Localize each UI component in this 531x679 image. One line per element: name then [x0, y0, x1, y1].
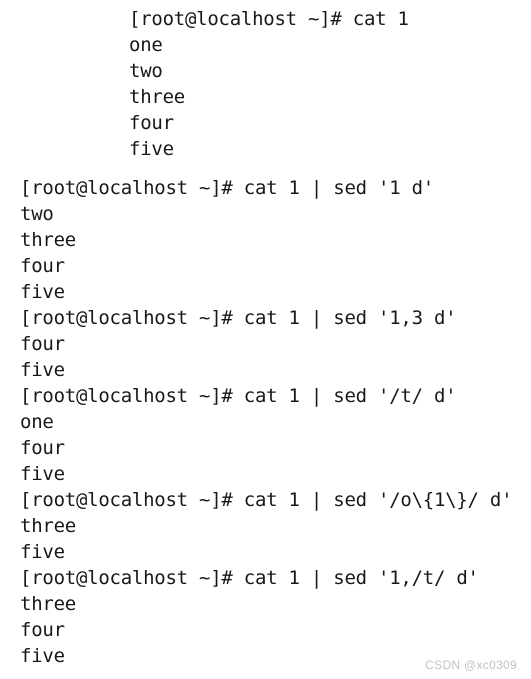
- output-line: five: [129, 138, 174, 160]
- csdn-watermark: CSDN @xc0309: [425, 658, 517, 672]
- output-line: three: [20, 593, 76, 615]
- output-line: one: [20, 411, 54, 433]
- terminal-block: [root@localhost ~]# cat 1 | sed '1,3 d' f…: [0, 305, 531, 383]
- command-line[interactable]: [root@localhost ~]# cat 1 | sed '1,/t/ d…: [0, 565, 531, 591]
- output-line: four: [20, 619, 65, 641]
- output-line: five: [20, 281, 65, 303]
- terminal-session-log: [root@localhost ~]# cat 1 one two three four…: [0, 6, 531, 669]
- output-line: two: [129, 60, 163, 82]
- output-line: four: [20, 437, 65, 459]
- terminal-block: [root@localhost ~]# cat 1 | sed '/o\{1\}…: [0, 487, 531, 565]
- terminal-block: [root@localhost ~]# cat 1 | sed '1 d' two…: [0, 175, 531, 305]
- output-line: four: [20, 255, 65, 277]
- terminal-block: [root@localhost ~]# cat 1 | sed '1,/t/ d…: [0, 565, 531, 669]
- terminal-block: [root@localhost ~]# cat 1 | sed '/t/ d' o…: [0, 383, 531, 487]
- command-line[interactable]: [root@localhost ~]# cat 1 | sed '/t/ d': [0, 383, 531, 409]
- output-line: four: [129, 112, 174, 134]
- terminal-block: [root@localhost ~]# cat 1 one two three four…: [0, 6, 531, 162]
- output-line: five: [20, 463, 65, 485]
- output-line: one: [129, 34, 163, 56]
- output-line: three: [129, 86, 185, 108]
- output-line: five: [20, 359, 65, 381]
- command-line[interactable]: [root@localhost ~]# cat 1 | sed '1,3 d': [0, 305, 531, 331]
- command-line[interactable]: [root@localhost ~]# cat 1 | sed '1 d': [0, 175, 531, 201]
- output-line: two: [20, 203, 54, 225]
- terminal-output-area: [root@localhost ~]# cat 1 one two three four…: [0, 0, 531, 679]
- output-line: five: [20, 541, 65, 563]
- output-line: three: [20, 229, 76, 251]
- command-line[interactable]: [root@localhost ~]# cat 1 | sed '/o\{1\}…: [0, 487, 531, 513]
- output-line: three: [20, 515, 76, 537]
- output-line: four: [20, 333, 65, 355]
- command-line[interactable]: [root@localhost ~]# cat 1: [0, 6, 531, 32]
